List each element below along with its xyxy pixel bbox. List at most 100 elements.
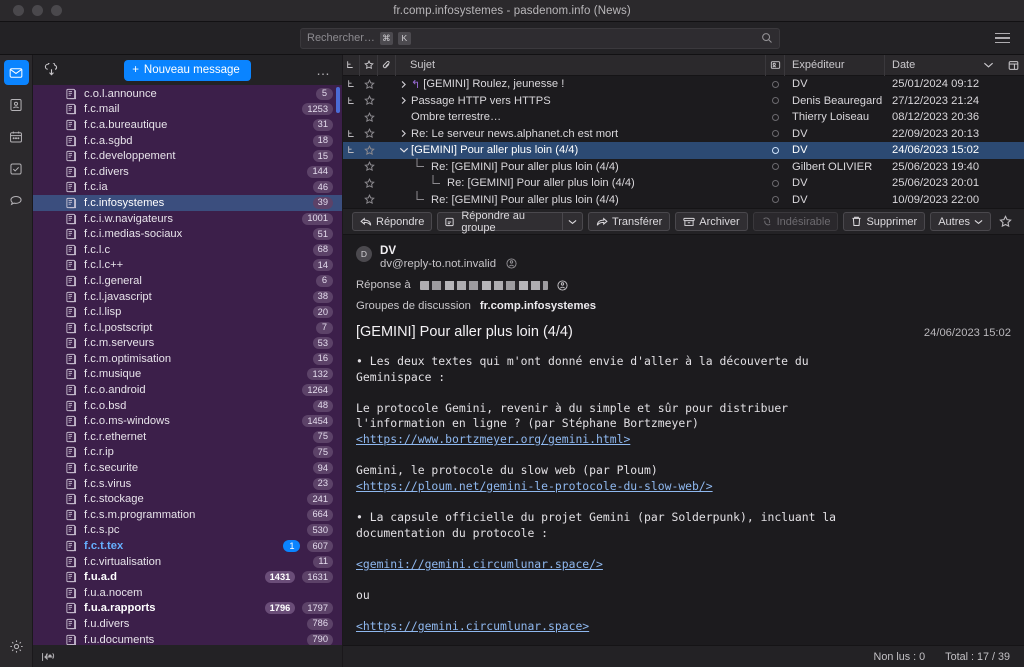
thread-twisty-icon[interactable]	[396, 80, 411, 89]
sort-chevron-down-icon[interactable]	[983, 61, 1002, 69]
folder-item[interactable]: f.c.l.c 68	[33, 242, 342, 258]
read-status-dot[interactable]	[766, 196, 785, 204]
folder-pane-more-button[interactable]: …	[316, 63, 331, 77]
read-status-dot[interactable]	[766, 80, 785, 88]
newsgroups-value[interactable]: fr.comp.infosystemes	[480, 300, 596, 312]
read-status-dot[interactable]	[766, 130, 785, 138]
folder-item[interactable]: f.c.l.postscript 7	[33, 320, 342, 336]
folder-list[interactable]: c.o.l.announce 5 f.c.mail 1253 f.c.a.bureaut…	[33, 85, 342, 645]
folder-item[interactable]: f.u.a.rapports 1796 1797	[33, 601, 342, 617]
star-toggle-icon[interactable]	[360, 111, 378, 123]
message-row[interactable]: Re: [GEMINI] Pour aller plus loin (4/4) G…	[343, 158, 1024, 176]
folder-item[interactable]: f.c.divers 144	[33, 164, 342, 180]
read-status-dot[interactable]	[766, 163, 785, 171]
message-row[interactable]: Re: [GEMINI] Pour aller plus loin (4/4) D…	[343, 174, 1024, 192]
spaces-button-address-book[interactable]	[4, 92, 29, 117]
folder-item[interactable]: f.c.stockage 241	[33, 491, 342, 507]
app-menu-button[interactable]	[995, 32, 1010, 44]
folder-item[interactable]: f.c.l.general 6	[33, 273, 342, 289]
column-header-sender[interactable]: Expéditeur	[785, 54, 885, 76]
spaces-button-mail[interactable]	[3, 60, 29, 85]
read-status-dot[interactable]	[766, 97, 785, 105]
folder-item[interactable]: f.c.a.sgbd 18	[33, 133, 342, 149]
folder-item[interactable]: f.u.a.d 1431 1631	[33, 569, 342, 585]
star-toggle-icon[interactable]	[360, 128, 378, 139]
folder-item[interactable]: f.c.developpement 15	[33, 148, 342, 164]
folder-item[interactable]: f.c.a.bureautique 31	[33, 117, 342, 133]
spaces-button-chat[interactable]	[4, 188, 29, 213]
folder-item[interactable]: f.c.l.javascript 38	[33, 289, 342, 305]
folder-item[interactable]: f.c.r.ethernet 75	[33, 429, 342, 445]
folder-item[interactable]: f.c.t.tex 1 607	[33, 538, 342, 554]
folder-item[interactable]: f.c.o.android 1264	[33, 382, 342, 398]
folder-item[interactable]: f.c.securite 94	[33, 460, 342, 476]
settings-gear-icon[interactable]	[4, 634, 29, 659]
message-body[interactable]: • Les deux textes qui m'ont donné envie …	[343, 340, 1024, 645]
thread-twisty-icon[interactable]	[396, 129, 411, 138]
reply-to-contact-icon[interactable]	[557, 279, 568, 291]
spaces-button-calendar[interactable]	[4, 124, 29, 149]
star-toggle-icon[interactable]	[360, 194, 378, 205]
body-link[interactable]: <gemini://gemini.circumlunar.space/>	[356, 557, 603, 571]
star-toggle-icon[interactable]	[360, 161, 378, 172]
folder-item[interactable]: f.c.infosystemes 39	[33, 195, 342, 211]
star-message-button[interactable]	[996, 212, 1015, 231]
column-picker-icon[interactable]	[1002, 55, 1024, 76]
body-link[interactable]: <https://www.bortzmeyer.org/gemini.html>	[356, 432, 630, 446]
column-header-date[interactable]: Date	[885, 55, 1002, 76]
thread-column-icon[interactable]	[343, 54, 360, 76]
body-link[interactable]: <https://gemini.circumlunar.space>	[356, 619, 589, 633]
star-toggle-icon[interactable]	[360, 78, 378, 90]
star-toggle-icon[interactable]	[360, 144, 378, 156]
thread-twisty-icon[interactable]	[396, 96, 411, 105]
message-row[interactable]: Ombre terrestre… Thierry Loiseau 08/12/202…	[343, 109, 1024, 126]
archive-button[interactable]: Archiver	[675, 212, 748, 231]
folder-item[interactable]: f.c.l.c++ 14	[33, 258, 342, 274]
folder-item[interactable]: f.c.o.bsd 48	[33, 398, 342, 414]
read-status-dot[interactable]	[766, 113, 785, 121]
folder-item[interactable]: f.c.i.medias-sociaux 51	[33, 226, 342, 242]
message-row[interactable]: Re: [GEMINI] Pour aller plus loin (4/4) D…	[343, 191, 1024, 209]
folder-item[interactable]: f.c.m.optimisation 16	[33, 351, 342, 367]
folder-item[interactable]: f.c.m.serveurs 53	[33, 336, 342, 352]
folder-item[interactable]: f.c.i.w.navigateurs 1001	[33, 211, 342, 227]
folder-item[interactable]: f.c.l.lisp 20	[33, 304, 342, 320]
collapse-pane-icon[interactable]	[41, 651, 55, 663]
forward-button[interactable]: Transférer	[587, 212, 671, 231]
read-status-dot[interactable]	[766, 179, 785, 187]
message-list[interactable]: ↰ [GEMINI] Roulez, jeunesse ! DV 25/01/2024…	[343, 76, 1024, 208]
folder-item[interactable]: f.c.s.pc 530	[33, 523, 342, 539]
star-column-icon[interactable]	[360, 54, 378, 76]
column-header-subject[interactable]: Sujet	[396, 54, 766, 76]
message-row[interactable]: ↰ [GEMINI] Roulez, jeunesse ! DV 25/01/2024…	[343, 76, 1024, 93]
reply-button[interactable]: Répondre	[352, 212, 433, 231]
thread-twisty-icon[interactable]	[396, 146, 411, 154]
reply-group-button[interactable]: Répondre au groupe	[437, 210, 583, 234]
avatar-column-icon[interactable]	[766, 54, 785, 76]
message-row[interactable]: Passage HTTP vers HTTPS Denis Beauregard 2…	[343, 93, 1024, 110]
folder-item[interactable]: f.c.musique 132	[33, 367, 342, 383]
folder-item[interactable]: f.c.s.virus 23	[33, 476, 342, 492]
star-toggle-icon[interactable]	[360, 177, 378, 189]
sender-email[interactable]: dv@reply-to.not.invalid	[380, 258, 496, 270]
folder-pane-scrollbar[interactable]	[336, 87, 340, 113]
folder-item[interactable]: f.u.documents 790	[33, 632, 342, 645]
body-link[interactable]: <https://ploum.net/gemini-le-protocole-d…	[356, 479, 713, 493]
read-status-dot[interactable]	[766, 146, 785, 154]
folder-item[interactable]: f.c.r.ip 75	[33, 445, 342, 461]
message-row[interactable]: [GEMINI] Pour aller plus loin (4/4) DV 24/…	[343, 142, 1024, 159]
reply-group-chevron-down-icon[interactable]	[561, 213, 582, 230]
sender-name[interactable]: DV	[380, 244, 517, 257]
folder-item[interactable]: f.c.ia 46	[33, 180, 342, 196]
spaces-button-tasks[interactable]	[4, 156, 29, 181]
message-row[interactable]: Re: Le serveur news.alphanet.ch est mort…	[343, 126, 1024, 143]
more-actions-button[interactable]: Autres	[930, 212, 991, 231]
new-message-button[interactable]: + Nouveau message	[124, 59, 251, 81]
folder-item[interactable]: f.c.s.m.programmation 664	[33, 507, 342, 523]
attachment-column-icon[interactable]	[378, 54, 396, 76]
contact-info-icon[interactable]	[506, 258, 517, 270]
delete-button[interactable]: Supprimer	[843, 212, 926, 231]
junk-button[interactable]: Indésirable	[752, 212, 839, 231]
search-input[interactable]: Rechercher… ⌘ K	[300, 27, 780, 49]
folder-item[interactable]: f.c.mail 1253	[33, 102, 342, 118]
